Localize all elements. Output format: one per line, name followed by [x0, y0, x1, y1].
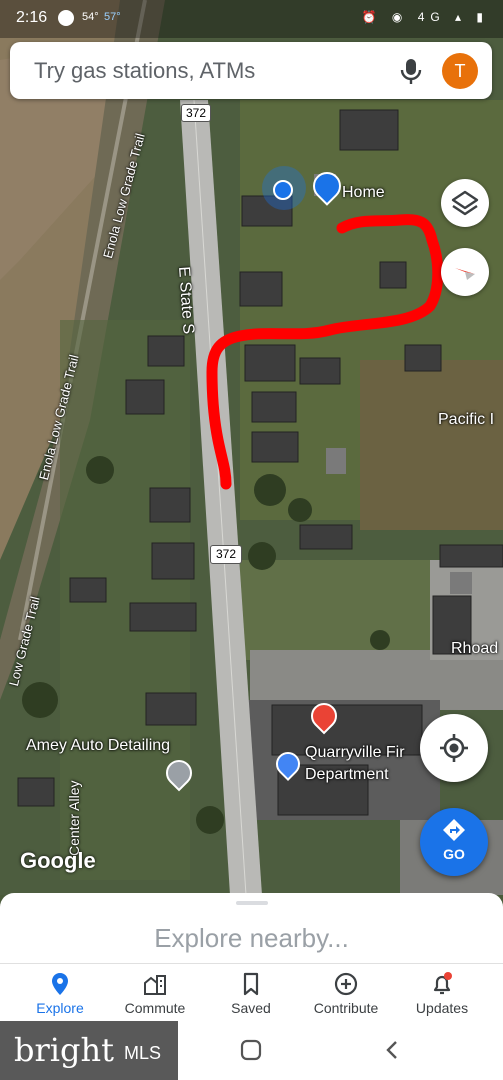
my-location-button[interactable]	[420, 714, 488, 782]
current-location-dot[interactable]	[273, 180, 293, 200]
bell-icon	[433, 972, 452, 995]
directions-icon	[443, 819, 465, 841]
nav-updates[interactable]: Updates	[392, 964, 492, 1022]
go-button[interactable]: GO	[420, 808, 488, 876]
explore-pin-icon	[52, 973, 68, 995]
nav-label: Explore	[36, 1000, 84, 1016]
home-label[interactable]: Home	[342, 184, 385, 202]
crosshair-icon	[440, 734, 468, 762]
nav-commute[interactable]: Commute	[105, 964, 205, 1022]
nav-contribute[interactable]: Contribute	[296, 964, 396, 1022]
messenger-icon	[58, 10, 74, 26]
compass-button[interactable]	[441, 248, 489, 296]
home-square-icon[interactable]	[240, 1039, 262, 1061]
nav-label: Updates	[415, 1000, 469, 1016]
nav-label: Commute	[124, 1000, 186, 1016]
plus-circle-icon	[334, 972, 358, 996]
sheet-handle[interactable]	[236, 901, 268, 905]
commute-buildings-icon	[144, 975, 166, 995]
sheet-title[interactable]: Explore nearby...	[0, 923, 503, 954]
status-temp: 54°	[82, 11, 99, 23]
place-label-pacific[interactable]: Pacific I	[438, 411, 494, 429]
route-shield-top: 372	[181, 104, 211, 122]
nav-explore[interactable]: Explore	[10, 964, 110, 1022]
google-attribution: Google	[20, 848, 96, 873]
search-bar[interactable]: Try gas stations, ATMs T	[10, 42, 492, 99]
status-system-icons: ⏰ ◉ 4G ▴ ▮	[361, 10, 489, 24]
route-shield-bottom: 372	[210, 545, 242, 564]
status-temp-alt: 57°	[104, 11, 121, 23]
status-time: 2:16	[16, 9, 48, 26]
brightmls-watermark: bright MLS	[0, 1021, 178, 1080]
nav-saved[interactable]: Saved	[201, 964, 301, 1022]
layers-icon	[451, 190, 479, 216]
compass-icon	[455, 268, 475, 280]
bookmark-icon	[243, 972, 259, 996]
place-label-fire-dept-2[interactable]: Department	[305, 766, 389, 784]
place-label-rhoad[interactable]: Rhoad	[451, 640, 498, 658]
status-bar: 2:16 54° 57° ⏰ ◉ 4G ▴ ▮	[0, 0, 503, 38]
search-placeholder[interactable]: Try gas stations, ATMs	[34, 58, 255, 84]
watermark-suffix: MLS	[124, 1043, 162, 1063]
back-chevron-icon[interactable]	[382, 1039, 404, 1061]
account-avatar[interactable]: T	[442, 53, 478, 89]
watermark-brand: bright	[14, 1031, 114, 1069]
nav-label: Saved	[231, 1000, 271, 1016]
bottom-nav: Explore Commute Saved Contribute Updates	[0, 963, 503, 1022]
go-label: GO	[443, 846, 465, 862]
street-label-alley: Center Alley	[66, 780, 82, 856]
explore-sheet[interactable]: Explore nearby...	[0, 893, 503, 963]
layers-button[interactable]	[441, 179, 489, 227]
microphone-icon[interactable]	[398, 57, 424, 85]
place-label-fire-dept-1[interactable]: Quarryville Fir	[305, 744, 405, 762]
place-label-amey[interactable]: Amey Auto Detailing	[26, 737, 170, 755]
nav-label: Contribute	[313, 1000, 379, 1016]
